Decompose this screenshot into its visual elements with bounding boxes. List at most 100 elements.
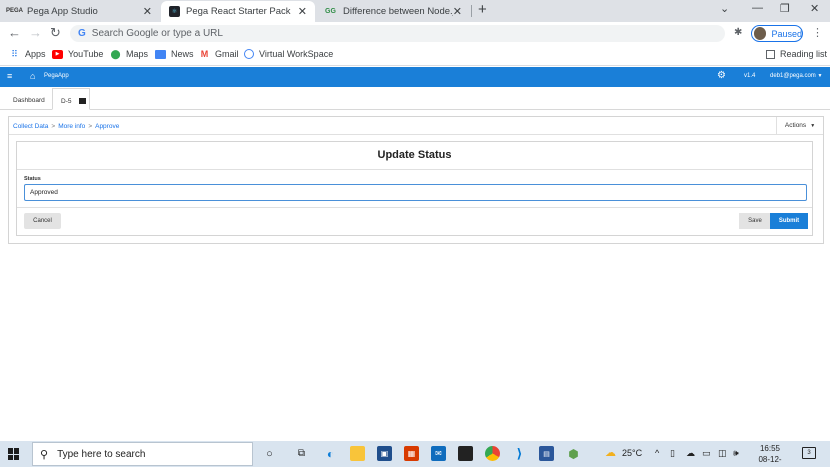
mail-icon[interactable]: ✉ — [431, 446, 446, 461]
browser-tab-pega-app-studio[interactable]: PEGA Pega App Studio ✕ — [0, 0, 160, 22]
pega-favicon-icon: PEGA — [6, 8, 24, 14]
vscode-icon[interactable]: ⟩ — [512, 446, 527, 461]
edge-icon[interactable]: ◐ — [323, 446, 338, 461]
apps-grid-icon: ⠿ — [11, 48, 18, 59]
more-menu-icon[interactable]: ⋮ — [812, 26, 823, 39]
terminal-icon[interactable] — [458, 446, 473, 461]
tab-dashboard[interactable]: Dashboard — [13, 97, 45, 104]
workspace-icon — [244, 49, 254, 59]
file-explorer-icon[interactable] — [350, 446, 365, 461]
tab-separator — [471, 5, 472, 17]
breadcrumb-separator: > — [51, 122, 56, 130]
back-icon[interactable]: ← — [8, 25, 21, 40]
chevron-down-icon: ▼ — [817, 73, 823, 79]
notification-count: 3 — [807, 450, 811, 456]
volume-icon[interactable]: 🕪 — [733, 448, 739, 459]
taskbar-search-box[interactable]: ⚲ Type here to search — [32, 442, 253, 466]
bookmark-news[interactable]: News — [155, 49, 194, 59]
windows-taskbar: ⚲ Type here to search ○ ⧉ ◐ ▣ ▦ ✉ ⟩ ▤ ⬢ … — [0, 441, 830, 467]
breadcrumb-collect-data[interactable]: Collect Data — [13, 123, 48, 130]
app-name[interactable]: PegaApp — [44, 73, 69, 79]
user-email: deb1@pega.com — [770, 73, 816, 79]
browser-tab-bar: PEGA Pega App Studio ✕ ⚛ Pega React Star… — [0, 0, 830, 22]
tab-search-chevron-icon[interactable]: ⌄ — [720, 2, 729, 15]
store-icon[interactable]: ▣ — [377, 446, 392, 461]
update-status-form: Update Status Status Cancel Save Submit — [16, 141, 813, 236]
actions-menu-button[interactable]: Actions ▼ — [776, 117, 823, 134]
divider — [17, 207, 812, 208]
office-icon[interactable]: ▦ — [404, 446, 419, 461]
bookmark-gmail[interactable]: M Gmail — [199, 49, 239, 59]
browser-tab-difference-node[interactable]: GG Difference between Node.js and ✕ — [316, 0, 470, 22]
bookmark-label: Maps — [126, 49, 149, 59]
breadcrumb-separator: > — [88, 122, 93, 130]
close-tab-icon[interactable]: ✕ — [143, 5, 152, 18]
maps-pin-icon: ⬤ — [110, 48, 121, 59]
task-view-icon[interactable]: ⧉ — [294, 446, 309, 461]
weather-icon[interactable]: ☁ — [605, 446, 616, 459]
breadcrumb-more-info[interactable]: More info — [58, 123, 85, 130]
close-tab-icon[interactable]: ✕ — [298, 5, 307, 18]
cancel-button[interactable]: Cancel — [24, 213, 61, 229]
divider — [9, 134, 823, 135]
case-card: Collect Data > More info > Approve Actio… — [8, 116, 824, 244]
profile-button[interactable]: Paused — [751, 25, 803, 42]
time: 16:55 — [759, 444, 781, 453]
search-placeholder: Type here to search — [57, 448, 146, 460]
close-tab-icon[interactable] — [79, 98, 87, 105]
notification-icon[interactable]: 3 — [802, 447, 816, 459]
status-label: Status — [24, 176, 41, 182]
reading-list-button[interactable]: Reading list — [766, 49, 827, 59]
bookmarks-bar: ⠿ Apps ▶ YouTube ⬤ Maps News M Gmail Vir… — [0, 44, 830, 66]
forward-icon[interactable]: → — [29, 25, 42, 40]
app-icon[interactable]: ▤ — [539, 446, 554, 461]
browser-tab-pega-react-starter[interactable]: ⚛ Pega React Starter Pack ✕ — [161, 1, 315, 22]
reload-icon[interactable]: ↻ — [50, 25, 61, 41]
chrome-icon[interactable] — [485, 446, 500, 461]
temperature[interactable]: 25°C — [622, 448, 642, 458]
battery-icon[interactable]: ▭ — [702, 448, 711, 459]
status-input[interactable] — [24, 184, 807, 201]
network-icon[interactable]: ◫ — [718, 448, 727, 459]
search-icon: ⚲ — [40, 448, 49, 461]
chevron-up-icon[interactable]: ^ — [655, 448, 659, 458]
bookmark-label: Apps — [25, 49, 46, 59]
date: 08-12-2021 — [758, 455, 782, 467]
close-window-icon[interactable]: ✕ — [810, 2, 819, 15]
address-bar[interactable]: G Search Google or type a URL — [70, 25, 725, 42]
submit-button[interactable]: Submit — [770, 213, 808, 229]
gear-icon[interactable]: ⚙ — [717, 70, 726, 81]
minimize-icon[interactable]: — — [752, 2, 763, 14]
extensions-icon[interactable]: ✱ — [734, 27, 742, 38]
windows-start-icon[interactable] — [8, 448, 20, 460]
bookmark-label: Virtual WorkSpace — [259, 49, 334, 59]
hamburger-menu-icon[interactable]: ≡ — [7, 71, 12, 81]
divider — [17, 169, 812, 170]
reading-list-icon — [766, 49, 775, 59]
close-tab-icon[interactable]: ✕ — [453, 5, 462, 18]
work-tabs: Dashboard D-5 — [0, 88, 830, 110]
bookmark-virtual-workspace[interactable]: Virtual WorkSpace — [244, 49, 333, 59]
cortana-icon[interactable]: ○ — [262, 446, 277, 461]
save-button[interactable]: Save — [739, 213, 771, 229]
restore-icon[interactable]: ❐ — [780, 2, 790, 15]
user-menu[interactable]: deb1@pega.com ▼ — [770, 73, 822, 79]
breadcrumb-approve[interactable]: Approve — [95, 123, 119, 130]
tab-title: Pega React Starter Pack — [186, 6, 291, 17]
home-icon[interactable]: ⌂ — [30, 71, 35, 81]
taskbar-clock[interactable]: 16:55 08-12-2021 — [750, 443, 790, 467]
address-placeholder: Search Google or type a URL — [91, 28, 223, 39]
onedrive-icon[interactable]: ☁ — [686, 448, 695, 459]
app-version: v1.4 — [744, 73, 756, 79]
new-tab-icon[interactable]: + — [478, 1, 487, 18]
bookmark-youtube[interactable]: ▶ YouTube — [52, 49, 103, 59]
tray-app-icon[interactable]: ▯ — [670, 448, 675, 459]
bookmark-label: News — [171, 49, 194, 59]
bookmark-maps[interactable]: ⬤ Maps — [110, 48, 149, 60]
google-icon: G — [78, 28, 86, 39]
bookmark-apps[interactable]: ⠿ Apps — [9, 48, 46, 60]
tab-d5[interactable]: D-5 — [52, 88, 90, 110]
nodejs-icon[interactable]: ⬢ — [566, 446, 581, 461]
tab-title: Pega App Studio — [27, 5, 98, 17]
bookmark-label: Gmail — [215, 49, 239, 59]
